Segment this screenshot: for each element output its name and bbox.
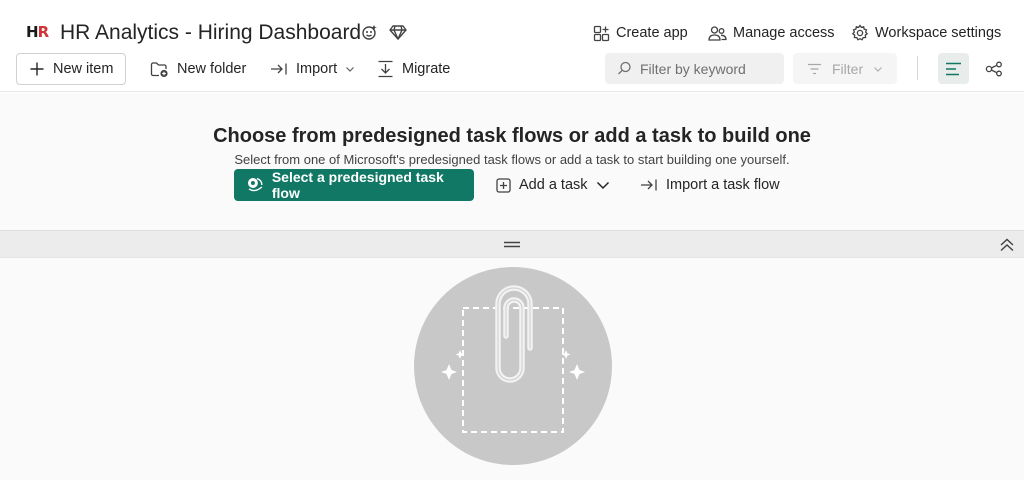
- import-task-flow-label: Import a task flow: [666, 177, 780, 193]
- search-placeholder: Filter by keyword: [640, 60, 746, 77]
- search-input[interactable]: Filter by keyword: [605, 53, 784, 84]
- chevron-down-icon: [874, 66, 883, 72]
- select-predesigned-label: Select a predesigned task flow: [271, 169, 444, 201]
- filter-label: Filter: [832, 60, 864, 77]
- workspace-settings-button[interactable]: Workspace settings: [851, 22, 1001, 44]
- filter-dropdown[interactable]: Filter: [793, 53, 897, 84]
- task-flow-panel: Choose from predesigned task flows or ad…: [0, 93, 1024, 230]
- filter-icon: [808, 63, 821, 74]
- list-view-button[interactable]: [938, 53, 969, 84]
- migrate-label: Migrate: [402, 61, 451, 77]
- toolbar-divider: [917, 56, 918, 80]
- manage-access-button[interactable]: Manage access: [708, 22, 835, 44]
- new-item-label: New item: [53, 61, 114, 77]
- task-flow-icon: [247, 177, 263, 192]
- workspace-title: HR Analytics - Hiring Dashboard: [60, 21, 362, 44]
- plus-icon: [30, 62, 44, 76]
- chevron-down-icon: [346, 67, 355, 72]
- workspace-header: HR HR Analytics - Hiring Dashboard Creat…: [0, 0, 1024, 92]
- task-flow-canvas: [0, 258, 1024, 480]
- select-predesigned-task-flow-button[interactable]: Select a predesigned task flow: [234, 169, 474, 201]
- task-flow-subtitle: Select from one of Microsoft's predesign…: [234, 152, 790, 167]
- drag-handle-icon[interactable]: [504, 241, 520, 248]
- create-app-button[interactable]: Create app: [593, 22, 688, 44]
- new-folder-label: New folder: [177, 61, 247, 77]
- create-app-label: Create app: [616, 25, 688, 41]
- list-view-icon: [946, 62, 961, 75]
- panel-resize-bar[interactable]: [0, 230, 1024, 258]
- paperclip-illustration: [414, 267, 612, 465]
- task-flow-title: Choose from predesigned task flows or ad…: [213, 125, 811, 147]
- manage-access-label: Manage access: [733, 25, 835, 41]
- gear-icon: [851, 24, 869, 41]
- chevron-down-icon: [596, 181, 609, 189]
- migrate-button[interactable]: Migrate: [377, 54, 450, 84]
- lineage-icon: [985, 61, 1002, 76]
- premium-diamond-icon[interactable]: [388, 22, 408, 42]
- migrate-icon: [378, 60, 393, 78]
- folder-add-icon: [150, 61, 168, 77]
- lineage-view-button[interactable]: [980, 53, 1008, 84]
- collapse-up-icon[interactable]: [998, 237, 1016, 253]
- workspace-identity-icon[interactable]: [360, 22, 380, 42]
- workspace-logo: HR: [26, 23, 49, 41]
- add-box-icon: [496, 177, 511, 193]
- add-task-label: Add a task: [519, 177, 588, 193]
- import-arrow-icon: [271, 63, 287, 75]
- workspace-settings-label: Workspace settings: [875, 25, 1002, 41]
- import-task-flow-button[interactable]: Import a task flow: [640, 169, 780, 201]
- import-arrow-icon: [641, 179, 657, 191]
- search-icon: [618, 61, 631, 75]
- new-folder-button[interactable]: New folder: [150, 54, 246, 84]
- import-dropdown[interactable]: Import: [270, 54, 355, 84]
- app-grid-icon: [593, 25, 610, 41]
- people-icon: [708, 25, 727, 41]
- new-item-button[interactable]: New item: [16, 53, 126, 85]
- add-task-dropdown[interactable]: Add a task: [496, 169, 610, 201]
- import-label: Import: [296, 61, 338, 77]
